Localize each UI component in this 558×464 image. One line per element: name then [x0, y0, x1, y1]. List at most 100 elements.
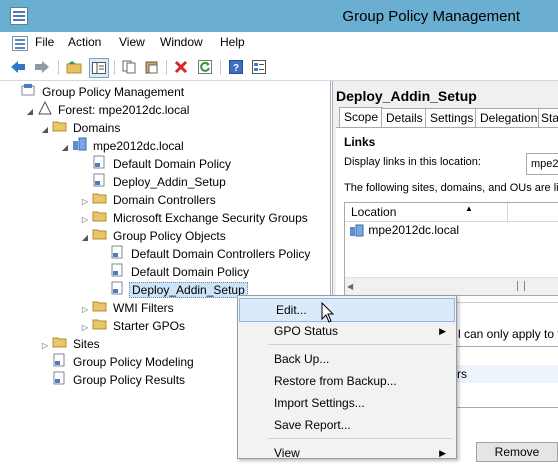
copy-icon[interactable] [120, 58, 138, 76]
tree-node[interactable]: ◢ Group Policy Objects [80, 227, 228, 245]
svg-text:?: ? [233, 63, 239, 74]
collapse-arrow-icon[interactable]: ◢ [60, 143, 70, 153]
menu-separator [268, 438, 452, 439]
tab-scope[interactable]: Scope [339, 107, 384, 129]
tree-node[interactable]: Default Domain Policy [80, 155, 233, 173]
expand-arrow-icon[interactable]: ▷ [40, 341, 50, 351]
menu-view[interactable]: View [119, 35, 145, 49]
horizontal-scrollbar[interactable]: ◀ [345, 277, 558, 295]
expand-arrow-icon[interactable]: ▷ [80, 305, 90, 315]
links-list[interactable]: Location ▲ mpe2012dc.local ◀ [344, 202, 558, 296]
context-menu-item[interactable]: Back Up... [238, 348, 456, 370]
remove-button[interactable]: Remove [476, 442, 558, 462]
tree-node[interactable]: Group Policy Modeling [40, 353, 196, 371]
context-menu-item[interactable]: Edit... [239, 298, 455, 322]
location-header-label: Location [351, 205, 397, 219]
location-column-header[interactable]: Location ▲ [345, 203, 558, 222]
properties-icon[interactable] [250, 58, 268, 76]
gpo-icon [110, 263, 126, 282]
scroll-left-icon[interactable]: ◀ [347, 282, 353, 291]
folder-icon [52, 335, 68, 354]
refresh-icon[interactable] [196, 58, 214, 76]
context-menu-item-label: View [274, 446, 300, 460]
expand-arrow-icon[interactable]: ▷ [80, 323, 90, 333]
submenu-arrow-icon: ▶ [439, 326, 446, 336]
tree-node[interactable]: ▷ Microsoft Exchange Security Groups [80, 209, 310, 227]
context-menu-item-label: Back Up... [274, 352, 330, 366]
tree-node[interactable]: Group Policy Results [40, 371, 187, 389]
folder-icon [52, 119, 68, 138]
menu-action[interactable]: Action [68, 35, 101, 49]
tree-node[interactable]: ▷ Domain Controllers [80, 191, 218, 209]
display-links-select[interactable]: mpe20 [526, 153, 558, 175]
context-menu-item-label: Save Report... [274, 418, 351, 432]
show-hide-tree-icon[interactable] [89, 58, 109, 78]
tree-node-label: Default Domain Controllers Policy [131, 247, 311, 261]
tree-node[interactable]: Default Domain Controllers Policy [98, 245, 312, 263]
context-menu-item[interactable]: Import Settings... [238, 392, 456, 414]
tree-node[interactable]: ▷ Sites [40, 335, 102, 353]
paste-icon[interactable] [143, 58, 161, 76]
filter-column-header[interactable] [457, 347, 558, 366]
tab-delegation[interactable]: Delegation [475, 108, 543, 129]
toolbar-separator [220, 60, 221, 75]
tree-node[interactable]: ▷ WMI Filters [80, 299, 176, 317]
tree-node[interactable]: Group Policy Management [9, 83, 186, 101]
tree-node-label: mpe2012dc.local [93, 139, 184, 153]
collapse-arrow-icon[interactable]: ◢ [25, 107, 35, 117]
context-menu-item-label: Restore from Backup... [274, 374, 397, 388]
help-icon[interactable]: ? [227, 58, 245, 76]
expand-arrow-icon[interactable]: ▷ [80, 215, 90, 225]
scroll-thumb[interactable] [517, 281, 525, 291]
security-filter-list[interactable]: rs [456, 346, 558, 408]
context-menu-item[interactable]: Restore from Backup... [238, 370, 456, 392]
console-menu-icon[interactable] [12, 36, 28, 51]
context-menu-item[interactable]: View ▶ [238, 442, 456, 464]
tree-node[interactable]: Deploy_Addin_Setup [98, 281, 248, 299]
tree-node[interactable]: Default Domain Policy [98, 263, 251, 281]
tree-node-label: Microsoft Exchange Security Groups [113, 211, 308, 225]
back-arrow-icon[interactable] [9, 58, 27, 76]
tab-settings[interactable]: Settings [425, 108, 479, 129]
tree-node[interactable]: ◢ mpe2012dc.local [60, 137, 186, 155]
tree-node[interactable]: ◢ Forest: mpe2012dc.local [25, 101, 191, 119]
gpo-icon [92, 173, 108, 192]
filter-row[interactable]: rs [457, 365, 558, 383]
tab-details[interactable]: Details [381, 108, 428, 129]
collapse-arrow-icon[interactable]: ◢ [80, 233, 90, 243]
tree-node[interactable]: Deploy_Addin_Setup [80, 173, 228, 191]
up-folder-icon[interactable] [65, 58, 83, 76]
context-menu-item[interactable]: GPO Status ▶ [238, 320, 456, 342]
tree-node-label: Group Policy Results [73, 373, 186, 387]
gpo-icon [52, 371, 68, 390]
sites-description: The following sites, domains, and OUs ar… [344, 182, 558, 194]
tree-node-label: Sites [73, 337, 100, 351]
forest-icon [37, 101, 53, 120]
tree-node[interactable]: ◢ Domains [40, 119, 122, 137]
tree-node-label: Default Domain Policy [113, 157, 232, 171]
gpo-icon [52, 353, 68, 372]
location-row[interactable]: mpe2012dc.local [349, 223, 459, 240]
forward-arrow-icon[interactable] [33, 58, 51, 76]
menu-file[interactable]: File [35, 35, 54, 49]
tree-node-label: Deploy_Addin_Setup [129, 282, 248, 298]
tree-node[interactable]: ▷ Starter GPOs [80, 317, 187, 335]
tree-node-label: Domains [73, 121, 121, 135]
location-row-label: mpe2012dc.local [368, 223, 460, 237]
collapse-arrow-icon[interactable]: ◢ [40, 125, 50, 135]
gpm-root-icon [21, 83, 37, 102]
folder-icon [92, 209, 108, 228]
expand-arrow-icon[interactable]: ▷ [80, 197, 90, 207]
menu-window[interactable]: Window [160, 35, 203, 49]
tab-status[interactable]: Sta [538, 108, 558, 129]
menu-help[interactable]: Help [220, 35, 245, 49]
delete-icon[interactable] [172, 58, 190, 76]
tree-node-label: Forest: mpe2012dc.local [58, 103, 190, 117]
toolbar-separator [114, 60, 115, 75]
context-menu-item[interactable]: Save Report... [238, 414, 456, 436]
